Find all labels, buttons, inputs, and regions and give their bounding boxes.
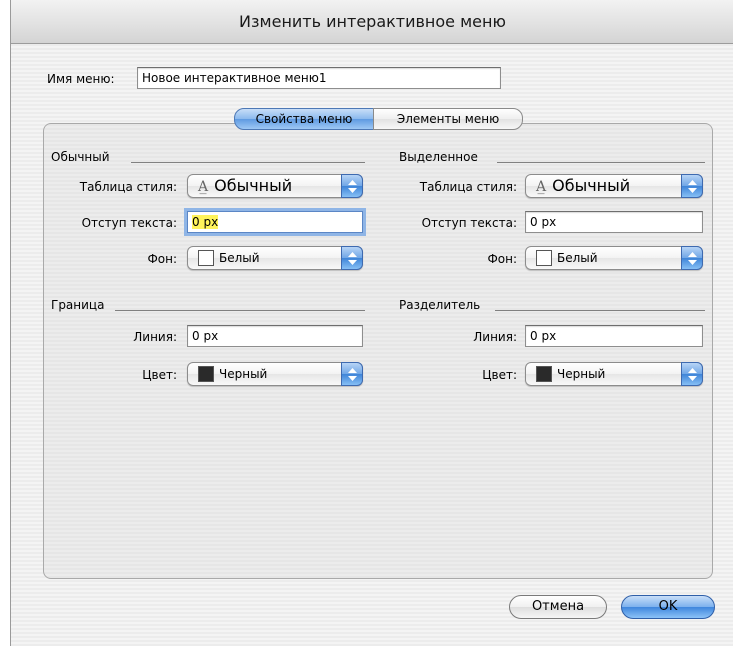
popup-arrows-icon bbox=[341, 246, 363, 270]
normal-style-value: Обычный bbox=[214, 176, 293, 195]
border-section-divider bbox=[115, 310, 365, 311]
popup-arrows-icon bbox=[341, 174, 363, 198]
dialog-window: Изменить интерактивное меню Имя меню: Но… bbox=[10, 0, 733, 646]
style-a-icon: A̲ bbox=[536, 179, 547, 195]
normal-section-title: Обычный bbox=[51, 150, 110, 164]
style-a-icon: A̲ bbox=[198, 179, 209, 195]
highlighted-style-popup[interactable]: A̲ Обычный bbox=[525, 174, 703, 198]
white-swatch-icon bbox=[198, 250, 214, 266]
separator-color-popup[interactable]: Черный bbox=[525, 362, 703, 386]
menu-name-field[interactable]: Новое интерактивное меню1 bbox=[137, 67, 501, 89]
separator-section-divider bbox=[495, 310, 705, 311]
highlighted-style-label: Таблица стиля: bbox=[419, 180, 517, 194]
border-line-label: Линия: bbox=[133, 330, 177, 344]
popup-arrows-icon bbox=[341, 362, 363, 386]
normal-indent-field[interactable]: 0 px bbox=[187, 211, 363, 233]
black-swatch-icon bbox=[198, 366, 214, 382]
tab-menu-properties[interactable]: Свойства меню bbox=[234, 108, 374, 130]
normal-bg-label: Фон: bbox=[147, 252, 177, 266]
highlighted-style-value: Обычный bbox=[552, 176, 631, 195]
separator-color-value: Черный bbox=[557, 367, 606, 381]
normal-indent-value: 0 px bbox=[192, 215, 219, 229]
tab-menu-items[interactable]: Элементы меню bbox=[373, 108, 523, 130]
normal-bg-value: Белый bbox=[219, 251, 260, 265]
window-title: Изменить интерактивное меню bbox=[11, 0, 733, 44]
highlighted-bg-value: Белый bbox=[557, 251, 598, 265]
border-color-popup[interactable]: Черный bbox=[187, 362, 363, 386]
border-line-field[interactable]: 0 px bbox=[187, 325, 363, 347]
normal-section-divider bbox=[131, 162, 365, 163]
normal-indent-label: Отступ текста: bbox=[81, 216, 177, 230]
popup-arrows-icon bbox=[681, 174, 703, 198]
border-color-value: Черный bbox=[219, 367, 268, 381]
highlighted-indent-field[interactable]: 0 px bbox=[525, 211, 703, 233]
highlighted-indent-label: Отступ текста: bbox=[421, 216, 517, 230]
highlighted-section-title: Выделенное bbox=[399, 150, 478, 164]
separator-line-label: Линия: bbox=[473, 330, 517, 344]
border-section-title: Граница bbox=[51, 298, 105, 312]
separator-section-title: Разделитель bbox=[399, 298, 481, 312]
menu-name-label: Имя меню: bbox=[47, 72, 115, 86]
normal-style-label: Таблица стиля: bbox=[79, 180, 177, 194]
white-swatch-icon bbox=[536, 250, 552, 266]
normal-style-popup[interactable]: A̲ Обычный bbox=[187, 174, 363, 198]
border-color-label: Цвет: bbox=[142, 368, 177, 382]
normal-bg-popup[interactable]: Белый bbox=[187, 246, 363, 270]
highlighted-bg-label: Фон: bbox=[487, 252, 517, 266]
separator-line-field[interactable]: 0 px bbox=[525, 325, 703, 347]
black-swatch-icon bbox=[536, 366, 552, 382]
ok-button[interactable]: OK bbox=[621, 595, 715, 619]
separator-color-label: Цвет: bbox=[482, 368, 517, 382]
highlighted-bg-popup[interactable]: Белый bbox=[525, 246, 703, 270]
cancel-button[interactable]: Отмена bbox=[509, 595, 607, 619]
popup-arrows-icon bbox=[681, 246, 703, 270]
highlighted-section-divider bbox=[497, 162, 705, 163]
popup-arrows-icon bbox=[681, 362, 703, 386]
